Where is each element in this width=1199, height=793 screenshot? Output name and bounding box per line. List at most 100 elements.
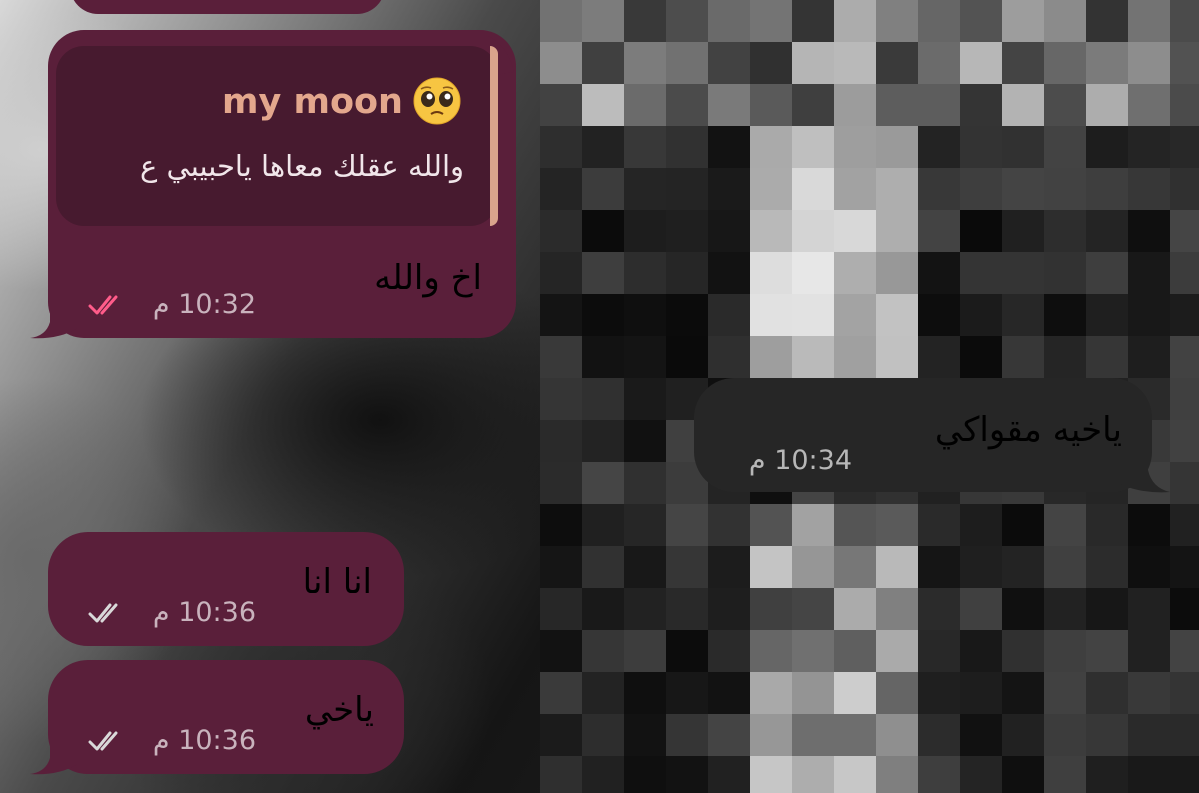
pixel-block xyxy=(1044,0,1086,42)
pixel-block xyxy=(1128,294,1170,336)
pixel-block xyxy=(1128,126,1170,168)
pixel-block xyxy=(1170,336,1199,378)
pixel-block xyxy=(1170,210,1199,252)
pixel-block xyxy=(1044,672,1086,714)
pixel-block xyxy=(624,84,666,126)
pixel-block xyxy=(624,546,666,588)
pixel-block xyxy=(1128,252,1170,294)
pixel-block xyxy=(960,756,1002,793)
pixel-block xyxy=(624,630,666,672)
pixel-block xyxy=(708,126,750,168)
pixel-block xyxy=(708,756,750,793)
pixel-block xyxy=(1086,42,1128,84)
pixel-block xyxy=(666,546,708,588)
pixel-block xyxy=(918,126,960,168)
pixel-block xyxy=(918,504,960,546)
pixel-block xyxy=(1170,546,1199,588)
pixel-block xyxy=(750,630,792,672)
pixel-block xyxy=(666,168,708,210)
pixel-block xyxy=(624,168,666,210)
pixel-block xyxy=(792,588,834,630)
pixel-block xyxy=(960,504,1002,546)
pixel-block xyxy=(834,0,876,42)
pixel-block xyxy=(1044,630,1086,672)
pixel-block xyxy=(876,84,918,126)
pixel-block xyxy=(1170,672,1199,714)
pixel-block xyxy=(666,336,708,378)
bubble-tail xyxy=(30,298,78,339)
pixel-block xyxy=(540,252,582,294)
pixel-block xyxy=(708,714,750,756)
pixel-block xyxy=(1128,336,1170,378)
pixel-block xyxy=(708,672,750,714)
pixel-block xyxy=(1044,504,1086,546)
pixel-block xyxy=(666,588,708,630)
pixel-block xyxy=(750,756,792,793)
pixel-block xyxy=(876,336,918,378)
pixel-block xyxy=(1002,630,1044,672)
pixel-block xyxy=(876,42,918,84)
pixel-block xyxy=(708,630,750,672)
pixel-block xyxy=(708,252,750,294)
pixel-block xyxy=(1044,210,1086,252)
pixel-block xyxy=(1170,252,1199,294)
pixel-block xyxy=(1086,168,1128,210)
pixel-block xyxy=(750,504,792,546)
pixel-block xyxy=(582,378,624,420)
pixel-block xyxy=(1128,714,1170,756)
pixel-block xyxy=(960,42,1002,84)
quoted-reply-block[interactable] xyxy=(56,46,498,226)
pixel-block xyxy=(582,126,624,168)
pixel-block xyxy=(1170,630,1199,672)
pixel-block xyxy=(666,42,708,84)
pixel-block xyxy=(1044,756,1086,793)
pixel-block xyxy=(1170,588,1199,630)
pixel-block xyxy=(708,504,750,546)
pixel-block xyxy=(876,252,918,294)
pixel-block xyxy=(834,336,876,378)
pixel-block xyxy=(708,168,750,210)
pixel-block xyxy=(1086,756,1128,793)
pixel-block xyxy=(1128,84,1170,126)
pixel-block xyxy=(582,168,624,210)
pixel-block xyxy=(666,294,708,336)
pixel-block xyxy=(1128,504,1170,546)
pixel-block xyxy=(540,294,582,336)
pixel-block xyxy=(624,462,666,504)
message-time: 10:32 م xyxy=(152,289,256,320)
pixel-block xyxy=(666,210,708,252)
pixel-block xyxy=(1170,42,1199,84)
pixel-block xyxy=(876,210,918,252)
pixel-block xyxy=(1086,714,1128,756)
pixel-block xyxy=(666,84,708,126)
pixel-block xyxy=(666,504,708,546)
pixel-block xyxy=(750,294,792,336)
message-bubble-partial[interactable] xyxy=(70,0,385,14)
pixel-block xyxy=(1044,294,1086,336)
pixel-block xyxy=(1170,756,1199,793)
pixel-block xyxy=(708,588,750,630)
pixel-block xyxy=(918,672,960,714)
pixel-block xyxy=(792,84,834,126)
pixel-block xyxy=(666,0,708,42)
pixel-block xyxy=(876,168,918,210)
pixel-block xyxy=(792,546,834,588)
pixel-block xyxy=(792,630,834,672)
pixel-block xyxy=(792,126,834,168)
pixel-block xyxy=(1128,588,1170,630)
pixel-block xyxy=(1170,714,1199,756)
pixel-block xyxy=(918,0,960,42)
pixel-block xyxy=(960,294,1002,336)
pixel-block xyxy=(1002,126,1044,168)
pixel-block xyxy=(876,630,918,672)
pixel-block xyxy=(540,336,582,378)
pixel-block xyxy=(624,210,666,252)
pixel-block xyxy=(624,504,666,546)
pixel-block xyxy=(624,126,666,168)
pixel-block xyxy=(1170,462,1199,504)
pixel-block xyxy=(1002,294,1044,336)
pixel-block xyxy=(750,168,792,210)
pixel-block xyxy=(1002,84,1044,126)
pixel-block xyxy=(624,420,666,462)
pixel-block xyxy=(918,252,960,294)
